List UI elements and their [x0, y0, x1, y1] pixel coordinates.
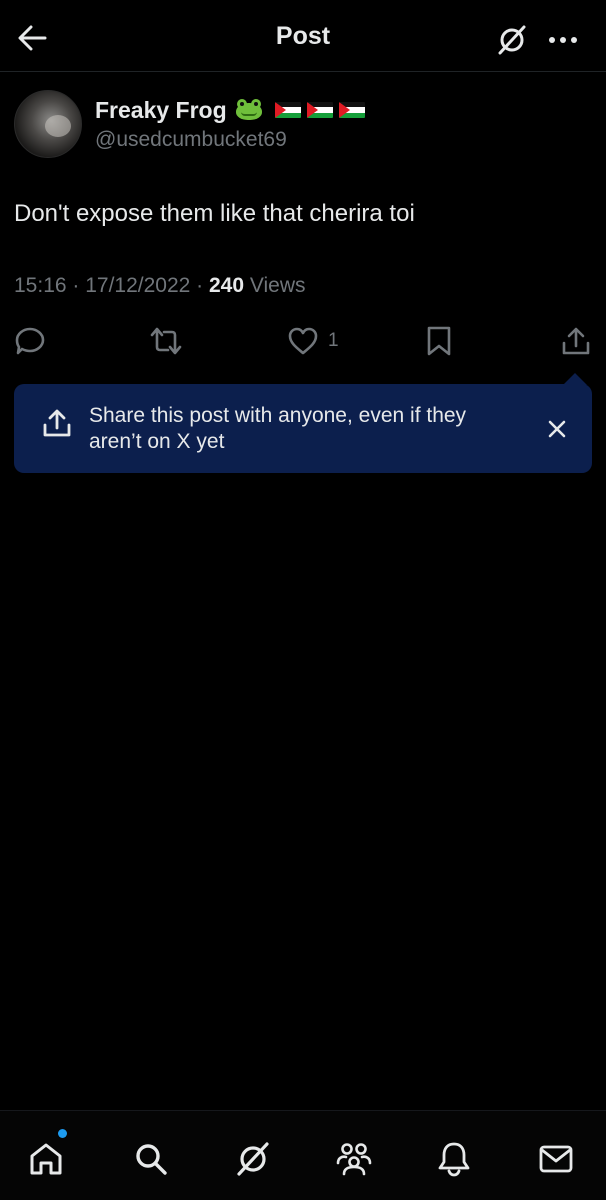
- more-dots-icon: [549, 37, 577, 43]
- share-icon: [562, 327, 590, 355]
- nav-notifications[interactable]: [432, 1137, 476, 1181]
- grok-icon: [498, 25, 526, 55]
- post-author: Freaky Frog @usedcumbucket69: [14, 90, 365, 158]
- reply-button[interactable]: [14, 324, 46, 358]
- more-button[interactable]: [540, 22, 586, 58]
- like-button[interactable]: 1: [287, 324, 339, 358]
- frog-emoji-icon: [235, 99, 263, 121]
- nav-messages[interactable]: [534, 1137, 578, 1181]
- tooltip-close-button[interactable]: [540, 412, 574, 446]
- grok-icon: [237, 1142, 269, 1176]
- share-icon: [43, 409, 71, 437]
- notification-dot: [58, 1129, 67, 1138]
- communities-icon: [336, 1143, 372, 1176]
- views-label: Views: [244, 274, 306, 297]
- reply-icon: [15, 327, 45, 355]
- repost-button[interactable]: [148, 324, 184, 358]
- nav-search[interactable]: [129, 1137, 173, 1181]
- like-count: 1: [328, 330, 339, 351]
- notifications-icon: [438, 1142, 470, 1177]
- author-names: Freaky Frog @usedcumbucket69: [95, 97, 365, 152]
- grok-button[interactable]: [494, 22, 530, 58]
- flag-emojis: [274, 102, 365, 118]
- avatar[interactable]: [14, 90, 82, 158]
- search-icon: [136, 1144, 167, 1175]
- palestine-flag-icon: [338, 102, 365, 118]
- palestine-flag-icon: [274, 102, 301, 118]
- post-meta: 15:16 · 17/12/2022 · 240 Views: [14, 274, 306, 298]
- palestine-flag-icon: [306, 102, 333, 118]
- share-button[interactable]: [560, 324, 592, 358]
- nav-home[interactable]: [24, 1129, 68, 1181]
- post-timestamp[interactable]: 15:16 · 17/12/2022 ·: [14, 274, 209, 297]
- display-name-row: Freaky Frog: [95, 97, 365, 124]
- messages-icon: [539, 1145, 573, 1173]
- action-bar: 1: [0, 318, 606, 364]
- nav-grok[interactable]: [231, 1137, 275, 1181]
- heart-icon: [288, 327, 318, 355]
- views-count: 240: [208, 274, 245, 297]
- user-handle[interactable]: @usedcumbucket69: [95, 128, 365, 152]
- tooltip-text: Share this post with anyone, even if the…: [89, 404, 467, 453]
- nav-communities[interactable]: [332, 1137, 376, 1181]
- repost-icon: [150, 327, 182, 355]
- post-text: Don't expose them like that cherira toi: [14, 200, 415, 227]
- close-icon: [548, 420, 566, 438]
- bookmark-button[interactable]: [425, 324, 453, 358]
- top-bar: Post: [0, 0, 606, 72]
- share-tooltip: Share this post with anyone, even if the…: [14, 384, 592, 473]
- bookmark-icon: [427, 326, 451, 356]
- bottom-nav: [0, 1110, 606, 1200]
- home-icon: [30, 1143, 62, 1175]
- display-name[interactable]: Freaky Frog: [95, 97, 227, 124]
